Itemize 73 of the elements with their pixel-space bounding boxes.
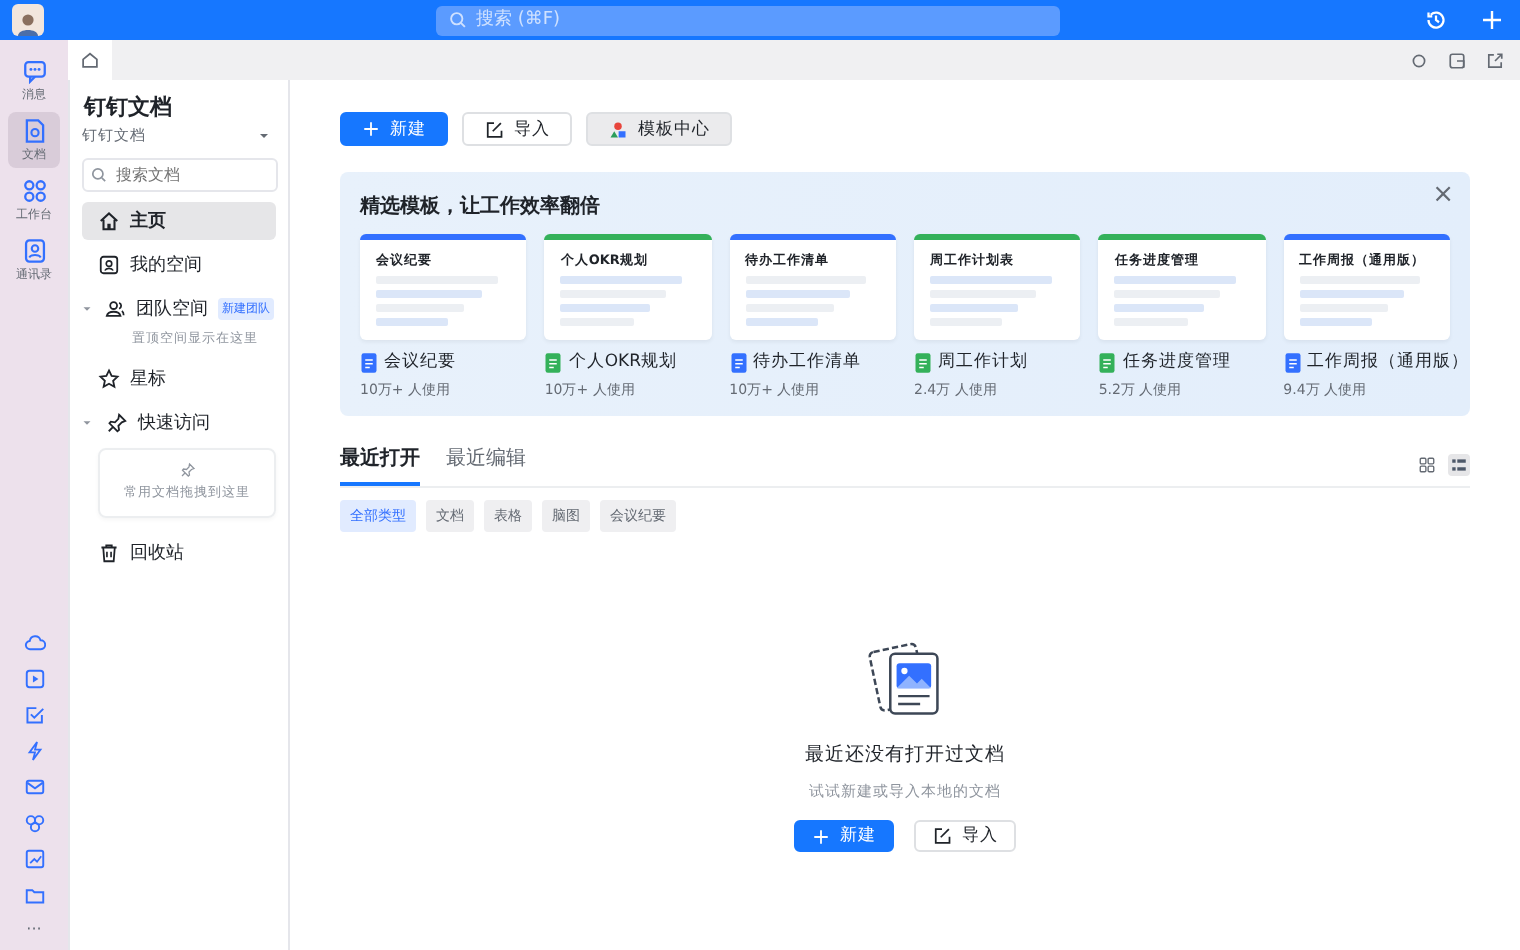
home-tab[interactable] bbox=[68, 40, 112, 80]
avatar[interactable] bbox=[12, 4, 44, 36]
trash-icon bbox=[98, 542, 120, 564]
window-icon[interactable] bbox=[1448, 51, 1466, 69]
template-center-button[interactable]: 模板中心 bbox=[586, 112, 732, 146]
sidebar-item[interactable]: 星标 bbox=[82, 360, 276, 398]
caret-icon[interactable] bbox=[80, 416, 94, 430]
grid-view-toggle[interactable] bbox=[1416, 454, 1438, 476]
close-button[interactable]: × bbox=[1432, 180, 1454, 210]
new-button[interactable]: 新建 bbox=[340, 112, 448, 146]
chat-bubble-icon bbox=[21, 58, 47, 84]
star-icon bbox=[98, 368, 120, 390]
sidebar-item[interactable]: 主页 bbox=[82, 202, 276, 240]
template-name: 工作周报（通用版） bbox=[1307, 350, 1470, 374]
pin-icon bbox=[179, 462, 195, 478]
caret-icon[interactable] bbox=[80, 302, 94, 316]
search-field[interactable]: 搜索 (⌘F) bbox=[436, 5, 1060, 35]
import-button[interactable]: 导入 bbox=[914, 820, 1016, 852]
open-external-icon[interactable] bbox=[1486, 51, 1504, 69]
doc-file-icon bbox=[360, 351, 378, 373]
plus-icon[interactable] bbox=[1480, 8, 1504, 32]
person-silhouette-icon bbox=[16, 12, 40, 36]
plus-icon bbox=[362, 120, 380, 138]
more-button[interactable]: ··· bbox=[26, 920, 42, 938]
edit-square-icon bbox=[932, 826, 952, 846]
mail-icon[interactable] bbox=[23, 776, 45, 798]
checklist-icon[interactable] bbox=[23, 704, 45, 726]
chart-square-icon[interactable] bbox=[23, 848, 45, 870]
home-icon bbox=[98, 210, 120, 232]
grid-view-icon bbox=[1418, 456, 1436, 474]
document-icon bbox=[21, 118, 47, 144]
link-circles-icon[interactable] bbox=[23, 812, 45, 834]
empty-title: 最近还没有打开过文档 bbox=[805, 742, 1005, 768]
list-view-icon bbox=[1450, 456, 1468, 474]
cloud-icon[interactable] bbox=[23, 632, 45, 654]
search-field[interactable]: 搜索文档 bbox=[82, 158, 278, 192]
pin-icon bbox=[106, 412, 128, 434]
import-button[interactable]: 导入 bbox=[462, 112, 572, 146]
banner-title: 精选模板，让工作效率翻倍 bbox=[360, 192, 600, 220]
play-square-icon[interactable] bbox=[23, 668, 45, 690]
template-name: 待办工作清单 bbox=[753, 350, 862, 374]
people-icon bbox=[104, 298, 126, 320]
doc-file-icon bbox=[729, 351, 748, 373]
template-name: 个人OKR规划 bbox=[568, 350, 677, 374]
home-icon bbox=[80, 50, 100, 70]
plus-icon bbox=[812, 827, 830, 845]
search-icon bbox=[90, 166, 108, 184]
folder-icon[interactable] bbox=[23, 884, 45, 906]
template-name: 任务进度管理 bbox=[1122, 350, 1231, 374]
new-button[interactable]: 新建 bbox=[794, 820, 894, 852]
contact-card-icon bbox=[21, 238, 47, 264]
doc-file-icon bbox=[1283, 351, 1302, 373]
edit-square-icon bbox=[484, 119, 504, 139]
sidebar-title: 钉钉文档 bbox=[84, 92, 174, 122]
circle-icon[interactable] bbox=[1410, 51, 1428, 69]
sheet-file-icon bbox=[544, 351, 563, 373]
history-icon[interactable] bbox=[1424, 8, 1448, 32]
sidebar-item[interactable]: 快速访问 bbox=[82, 404, 276, 442]
sheet-file-icon bbox=[1098, 351, 1117, 373]
template-name: 会议纪要 bbox=[384, 350, 456, 374]
template-name: 周工作计划 bbox=[938, 350, 1028, 374]
colored-shapes-icon bbox=[608, 119, 628, 139]
lightning-icon[interactable] bbox=[23, 740, 45, 762]
list-view-toggle[interactable] bbox=[1448, 454, 1470, 476]
apps-grid-icon bbox=[21, 178, 47, 204]
tab[interactable]: 最近打开 bbox=[340, 444, 420, 486]
search-icon bbox=[448, 10, 468, 30]
tab[interactable]: 最近编辑 bbox=[446, 444, 526, 486]
caret-icon bbox=[256, 128, 272, 144]
person-square-icon bbox=[98, 254, 120, 276]
sidebar-item[interactable]: 回收站 bbox=[82, 534, 276, 572]
sheet-file-icon bbox=[914, 351, 932, 373]
sidebar-item[interactable]: 我的空间 bbox=[82, 246, 276, 284]
